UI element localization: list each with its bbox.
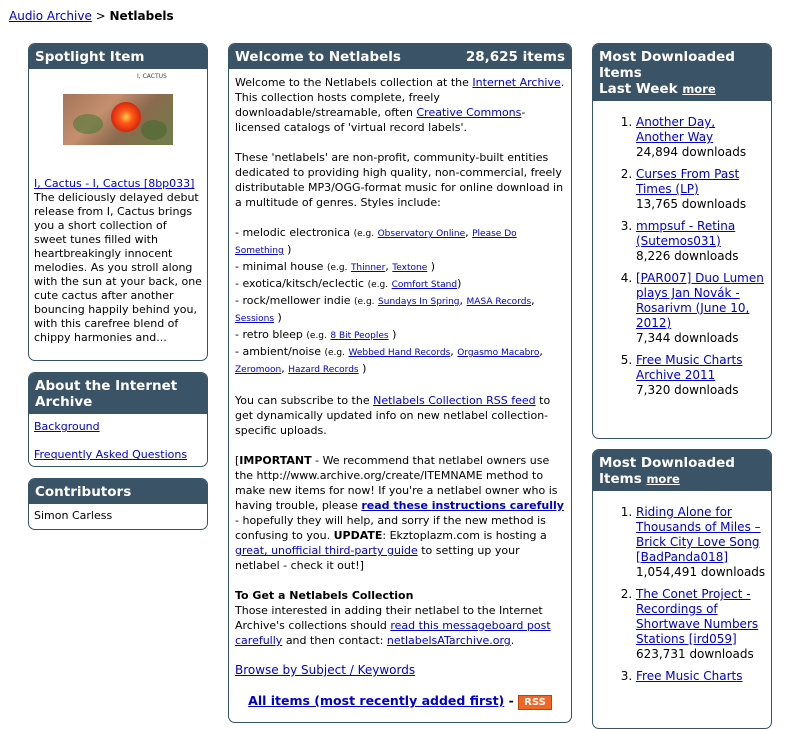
list-item: Free Music Charts [636, 669, 766, 684]
item-link[interactable]: Free Music Charts Archive 2011 [636, 353, 742, 382]
breadcrumb-current: Netlabels [109, 9, 174, 23]
most-downloaded-header: Most Downloaded Items more [593, 450, 771, 491]
breadcrumb: Audio Archive > Netlabels [9, 9, 174, 23]
background-link[interactable]: Background [34, 420, 100, 433]
most-downloaded-list: Riding Alone for Thousands of Miles – Br… [598, 505, 766, 684]
masa-records-link[interactable]: MASA Records [467, 297, 532, 307]
item-link[interactable]: The Conet Project - Recordings of Shortw… [636, 587, 758, 646]
list-item: Riding Alone for Thousands of Miles – Br… [636, 505, 766, 580]
spotlight-item-link[interactable]: I, Cactus - I, Cactus [8bp033] [34, 177, 194, 190]
style-ambient-noise: - ambient/noise (e.g. Webbed Hand Record… [235, 345, 543, 375]
sundays-in-spring-link[interactable]: Sundays In Spring [378, 297, 460, 307]
zeromoon-link[interactable]: Zeromoon [235, 365, 281, 375]
welcome-header: Welcome to Netlabels 28,625 items [229, 44, 571, 69]
third-party-guide-link[interactable]: great, unofficial third-party guide [235, 544, 418, 557]
spotlight-thumbnail[interactable]: I, CACTUS [29, 69, 207, 177]
contributor-name: Simon Carless [34, 509, 113, 522]
browse-subject-link[interactable]: Browse by Subject / Keywords [235, 663, 415, 677]
list-item: [PAR007] Duo Lumen plays Jan Novák - Ros… [636, 271, 766, 346]
style-exotica: - exotica/kitsch/eclectic (e.g. Comfort … [235, 277, 462, 290]
important-paragraph: [IMPORTANT - We recommend that netlabel … [235, 454, 564, 572]
list-item: Another Day, Another Way24,894 downloads [636, 115, 766, 160]
styles-list: - melodic electronica (e.g. Observatory … [235, 225, 565, 378]
item-link[interactable]: Curses From Past Times (LP) [636, 167, 739, 196]
get-collection-title: To Get a Netlabels Collection [235, 589, 414, 602]
cactus-flower-image[interactable] [63, 94, 173, 145]
thumbnail-tag: I, CACTUS [137, 73, 167, 80]
rss-icon[interactable]: RSS [518, 695, 552, 710]
most-downloaded-week-list: Another Day, Another Way24,894 downloads… [598, 115, 766, 398]
list-item: Free Music Charts Archive 20117,320 down… [636, 353, 766, 398]
8-bit-peoples-link[interactable]: 8 Bit Peoples [330, 331, 388, 341]
instructions-link[interactable]: read these instructions carefully [361, 499, 564, 512]
more-link[interactable]: more [682, 82, 715, 96]
more-link[interactable]: more [646, 472, 679, 486]
creative-commons-link[interactable]: Creative Commons [417, 106, 522, 119]
orgasmo-macabro-link[interactable]: Orgasmo Macabro [457, 348, 539, 358]
faq-link[interactable]: Frequently Asked Questions [34, 448, 187, 461]
spotlight-title: Spotlight Item [29, 44, 207, 69]
contact-email-link[interactable]: netlabelsATarchive.org [387, 634, 511, 647]
spotlight-box: Spotlight Item I, CACTUS I, Cactus - I, … [28, 43, 208, 361]
about-title: About the Internet Archive [29, 373, 207, 414]
style-retro-bleep: - retro bleep (e.g. 8 Bit Peoples ) [235, 328, 397, 341]
style-rock-indie: - rock/mellower indie (e.g. Sundays In S… [235, 294, 535, 324]
hazard-records-link[interactable]: Hazard Records [288, 365, 358, 375]
most-downloaded-box: Most Downloaded Items more Riding Alone … [592, 449, 772, 729]
breadcrumb-audio-archive[interactable]: Audio Archive [9, 9, 92, 23]
webbed-hand-link[interactable]: Webbed Hand Records [348, 348, 450, 358]
get-collection-section: To Get a Netlabels Collection Those inte… [235, 589, 551, 647]
item-link[interactable]: Another Day, Another Way [636, 115, 715, 144]
item-link[interactable]: Free Music Charts [636, 669, 742, 683]
list-item: mmpsuf - Retina (Sutemos031)8,226 downlo… [636, 219, 766, 264]
sessions-link[interactable]: Sessions [235, 314, 274, 324]
intro-paragraph: Welcome to the Netlabels collection at t… [235, 76, 565, 134]
contributors-box: Contributors Simon Carless [28, 478, 208, 530]
most-downloaded-week-header: Most Downloaded Items Last Week more [593, 44, 771, 101]
item-link[interactable]: Riding Alone for Thousands of Miles – Br… [636, 505, 761, 564]
thinner-link[interactable]: Thinner [351, 263, 385, 273]
observatory-online-link[interactable]: Observatory Online [378, 229, 466, 239]
list-item: Curses From Past Times (LP)13,765 downlo… [636, 167, 766, 212]
spotlight-description: The deliciously delayed debut release fr… [34, 191, 202, 344]
most-downloaded-week-box: Most Downloaded Items Last Week more Ano… [592, 43, 772, 439]
list-item: The Conet Project - Recordings of Shortw… [636, 587, 766, 662]
welcome-title: Welcome to Netlabels [235, 49, 401, 65]
welcome-box: Welcome to Netlabels 28,625 items Welcom… [228, 43, 572, 723]
item-count: 28,625 items [465, 49, 565, 65]
rss-feed-link[interactable]: Netlabels Collection RSS feed [373, 394, 536, 407]
style-melodic-electronica: - melodic electronica (e.g. Observatory … [235, 226, 517, 256]
style-minimal-house: - minimal house (e.g. Thinner, Textone ) [235, 260, 436, 273]
all-items-link[interactable]: All items (most recently added first) [248, 693, 504, 708]
textone-link[interactable]: Textone [392, 263, 427, 273]
item-link[interactable]: mmpsuf - Retina (Sutemos031) [636, 219, 735, 248]
contributors-title: Contributors [29, 479, 207, 504]
breadcrumb-separator: > [91, 9, 110, 23]
rss-paragraph: You can subscribe to the Netlabels Colle… [235, 394, 551, 437]
about-box: About the Internet Archive Background Fr… [28, 372, 208, 467]
comfort-stand-link[interactable]: Comfort Stand [392, 280, 458, 290]
netlabels-description: These 'netlabels' are non-profit, commun… [235, 151, 564, 209]
item-link[interactable]: [PAR007] Duo Lumen plays Jan Novák - Ros… [636, 271, 764, 330]
internet-archive-link[interactable]: Internet Archive [472, 76, 560, 89]
